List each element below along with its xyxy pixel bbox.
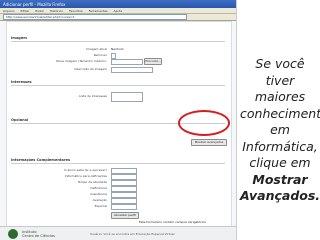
new-image-label: Nova imagem (Tamanho máximo: <box>56 59 107 63</box>
footer-text: Usuário: Você se encontra em Educação Es… <box>90 232 175 236</box>
caption-line: Se você tiver <box>255 56 305 88</box>
caption-line: em <box>270 122 290 137</box>
question-label: Especial <box>94 204 107 208</box>
section-heading-optional: Opcional <box>11 118 29 122</box>
update-profile-button[interactable]: Atualizar perfil <box>111 212 139 219</box>
new-image-file-input[interactable] <box>111 59 143 65</box>
menu-item-edit[interactable]: Editar <box>20 9 29 13</box>
caption-line: clique em <box>249 155 311 170</box>
menu-item-help[interactable]: Ajuda <box>114 9 123 13</box>
question-label: Assistência <box>90 192 107 196</box>
institution-logo-icon <box>8 229 18 239</box>
interests-textarea[interactable] <box>111 92 143 102</box>
section-heading-extra: Informações Complementares <box>11 158 71 162</box>
divider <box>11 85 225 86</box>
interests-label: Lista de interesses <box>78 94 107 98</box>
question-label: O aluno sabe ler e escrever? <box>64 168 107 172</box>
caption-line: Informática, <box>242 138 318 154</box>
question-label: Avaliação <box>92 198 107 202</box>
browser-screenshot: Adicionar perfil - Mozilla Firefox Arqui… <box>0 0 237 240</box>
caption-line-bold: Mostrar <box>240 172 320 189</box>
current-image-value: Nenhum <box>111 47 124 51</box>
section-heading-interests: Interesses <box>11 80 32 84</box>
section-heading-image: Imagem <box>11 36 27 40</box>
menu-item-tools[interactable]: Ferramentas <box>89 9 108 13</box>
highlight-circle <box>178 110 230 136</box>
show-advanced-button[interactable]: Mostrar avançados <box>191 139 227 146</box>
caption-emphasis: Avançados. <box>240 188 320 203</box>
logo-line: Centro de Ciências <box>22 234 55 238</box>
question-label: Tempo de atividade <box>77 180 107 184</box>
menu-item-view[interactable]: Exibir <box>35 9 43 13</box>
caption-line: conhecimentos <box>240 105 320 121</box>
instruction-caption: Se você tiver maiores conhecimentos em I… <box>240 56 320 205</box>
window-title: Adicionar perfil - Mozilla Firefox <box>3 1 66 7</box>
image-description-label: Descrição da imagem <box>74 67 107 71</box>
address-bar: http://www.escolavirtual/editar.php?cour… <box>0 14 236 21</box>
caption-line-bold: Avançados. <box>240 188 320 205</box>
divider <box>11 163 225 164</box>
remove-image-label: Remover <box>93 53 107 57</box>
url-input[interactable]: http://www.escolavirtual/editar.php?cour… <box>3 14 187 20</box>
caption-emphasis: Mostrar <box>252 171 308 187</box>
question-label: Informática para deficientes <box>64 174 107 178</box>
page-footer: Instituto Centro de Ciências Usuário: Vo… <box>0 226 236 240</box>
menu-item-file[interactable]: Arquivo <box>3 9 14 13</box>
menu-item-bookmarks[interactable]: Favoritos <box>69 9 83 13</box>
question-label: Deficiência <box>90 186 107 190</box>
question-select[interactable] <box>111 204 137 210</box>
divider <box>11 41 225 42</box>
browse-button[interactable]: Procurar... <box>144 58 162 65</box>
menu-item-history[interactable]: Histórico <box>50 9 63 13</box>
current-image-label: Imagem atual <box>86 47 107 51</box>
required-fields-note: Este formulário contém campos obrigatóri… <box>139 220 206 224</box>
image-description-input[interactable] <box>111 67 153 73</box>
caption-line: maiores <box>254 89 306 104</box>
institution-name: Instituto Centro de Ciências <box>22 230 55 238</box>
window-titlebar: Adicionar perfil - Mozilla Firefox <box>0 0 236 8</box>
